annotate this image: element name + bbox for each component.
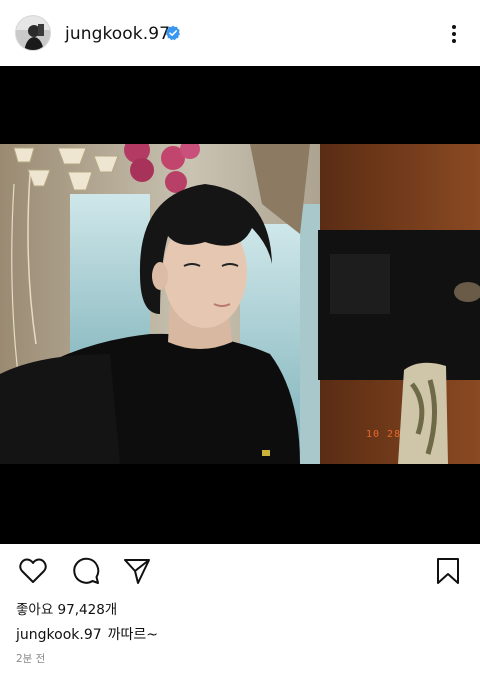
post-time: 2분 전 (16, 653, 46, 665)
post-username[interactable]: jungkook.97 (65, 24, 170, 44)
avatar[interactable] (15, 15, 51, 51)
send-icon[interactable] (122, 556, 152, 586)
photo-timestamp: 10 28 (366, 429, 402, 440)
likes-count[interactable]: 좋아요 97,428개 (16, 598, 117, 618)
more-vertical-icon[interactable] (446, 21, 462, 47)
avatar-image (16, 16, 50, 50)
heart-icon[interactable] (18, 556, 48, 586)
action-bar (0, 553, 480, 591)
caption-text: 까따르~ (107, 627, 159, 643)
post-photo[interactable] (0, 144, 480, 464)
verified-badge-icon (166, 25, 180, 41)
comment-icon[interactable] (71, 556, 101, 586)
bookmark-icon[interactable] (433, 556, 463, 586)
post-header: jungkook.97 (0, 0, 480, 66)
caption-username[interactable]: jungkook.97 (16, 627, 102, 643)
caption: jungkook.97 까따르~ (16, 624, 158, 644)
post-media[interactable]: 10 28 (0, 66, 480, 544)
